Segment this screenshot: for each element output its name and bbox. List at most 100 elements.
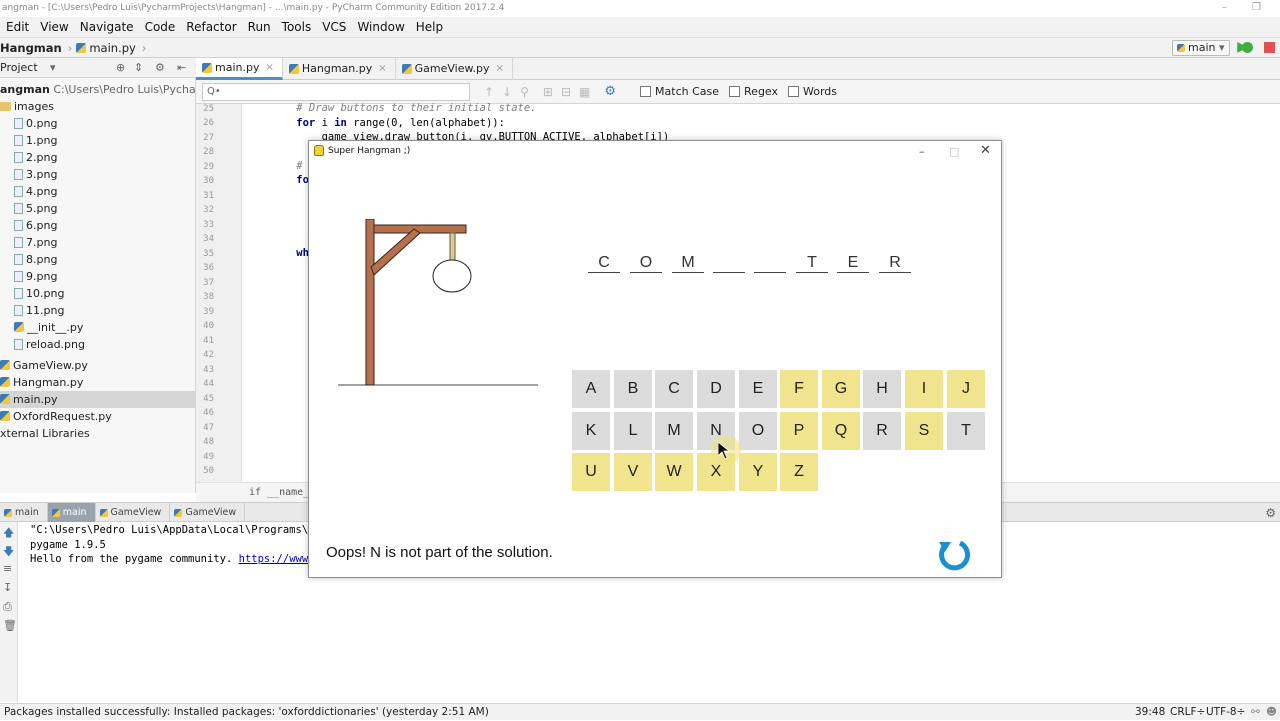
menu-refactor[interactable]: Refactor bbox=[180, 20, 241, 34]
letter-key-h[interactable]: H bbox=[863, 370, 901, 408]
letter-key-q[interactable]: Q bbox=[822, 412, 860, 450]
tree-item[interactable]: 5.png bbox=[14, 200, 57, 217]
tree-item[interactable]: 1.png bbox=[14, 132, 57, 149]
close-icon[interactable]: × bbox=[378, 58, 386, 80]
arrow-up-icon[interactable]: 🡅 bbox=[3, 524, 14, 543]
soft-wrap-icon[interactable]: ≡ bbox=[3, 562, 12, 575]
menu-code[interactable]: Code bbox=[139, 20, 181, 34]
find-all-icon[interactable]: ⚲ bbox=[520, 85, 529, 99]
letter-key-r[interactable]: R bbox=[863, 412, 901, 450]
run-tab[interactable]: GameView bbox=[170, 503, 246, 523]
letter-key-l[interactable]: L bbox=[614, 412, 652, 450]
print-icon[interactable]: ⎙ bbox=[3, 600, 12, 614]
trash-icon[interactable]: 🗑 bbox=[3, 619, 17, 632]
menu-vcs[interactable]: VCS bbox=[316, 20, 351, 34]
close-icon[interactable]: × bbox=[496, 58, 504, 80]
gear-icon[interactable]: ⚙ bbox=[155, 58, 165, 78]
tree-item[interactable]: Hangman.py bbox=[0, 374, 83, 391]
file-encoding[interactable]: UTF-8÷ bbox=[1206, 704, 1245, 721]
letter-key-k[interactable]: K bbox=[572, 412, 610, 450]
letter-key-c[interactable]: C bbox=[655, 370, 693, 408]
select-all-icon[interactable]: ▦ bbox=[579, 85, 590, 99]
search-input[interactable]: Q• bbox=[202, 82, 470, 101]
run-tab[interactable]: main bbox=[0, 503, 48, 523]
menu-tools[interactable]: Tools bbox=[276, 20, 317, 34]
project-panel-label[interactable]: Project bbox=[0, 61, 38, 74]
nav-crumb-project[interactable]: Hangman › bbox=[0, 41, 76, 55]
menu-edit[interactable]: Edit bbox=[0, 20, 34, 34]
letter-key-g[interactable]: G bbox=[822, 370, 860, 408]
scroll-end-icon[interactable]: ↧ bbox=[3, 581, 12, 594]
tree-item-external-libraries[interactable]: xternal Libraries bbox=[0, 425, 90, 442]
close-icon[interactable]: ✕ bbox=[980, 141, 991, 161]
sync-icon[interactable]: ⊕ bbox=[116, 58, 125, 78]
run-tab[interactable]: GameView bbox=[96, 503, 171, 523]
tree-item[interactable]: reload.png bbox=[14, 336, 85, 353]
close-icon[interactable]: × bbox=[265, 57, 273, 79]
letter-key-m[interactable]: M bbox=[655, 412, 693, 450]
filter-settings-icon[interactable]: ⚙ bbox=[604, 84, 616, 99]
tab-main-py[interactable]: main.py × bbox=[196, 58, 283, 80]
caret-position[interactable]: 39:48 bbox=[1135, 704, 1165, 721]
line-separator[interactable]: CRLF÷ bbox=[1170, 704, 1205, 721]
words-checkbox[interactable]: Words bbox=[788, 85, 837, 98]
letter-key-d[interactable]: D bbox=[697, 370, 735, 408]
maximize-icon[interactable]: □ bbox=[949, 142, 959, 162]
collapse-icon[interactable]: ⇕ bbox=[134, 58, 143, 78]
letter-key-e[interactable]: E bbox=[739, 370, 777, 408]
letter-key-o[interactable]: O bbox=[739, 412, 777, 450]
arrow-down-icon[interactable]: 🡇 bbox=[3, 543, 14, 562]
run-config-select[interactable]: main ▾ bbox=[1172, 40, 1230, 56]
letter-key-b[interactable]: B bbox=[614, 370, 652, 408]
tree-item[interactable]: 0.png bbox=[14, 115, 57, 132]
letter-key-i[interactable]: I bbox=[905, 370, 943, 408]
arrow-up-icon[interactable]: ↑ bbox=[484, 85, 494, 99]
tree-item[interactable]: 4.png bbox=[14, 183, 57, 200]
restore-icon[interactable]: ❐ bbox=[1252, 0, 1261, 16]
tree-item[interactable]: 2.png bbox=[14, 149, 57, 166]
letter-key-u[interactable]: U bbox=[572, 453, 610, 491]
inspector-icon[interactable]: ☻ bbox=[1266, 704, 1277, 721]
tab-hangman-py[interactable]: Hangman.py × bbox=[283, 58, 396, 80]
letter-key-z[interactable]: Z bbox=[780, 453, 818, 491]
tree-item[interactable]: 10.png bbox=[14, 285, 64, 302]
nav-crumb-file[interactable]: main.py › bbox=[76, 41, 150, 55]
arrow-down-icon[interactable]: ↓ bbox=[502, 85, 512, 99]
tree-item[interactable]: OxfordRequest.py bbox=[0, 408, 112, 425]
letter-key-v[interactable]: V bbox=[614, 453, 652, 491]
letter-key-s[interactable]: S bbox=[905, 412, 943, 450]
tree-item[interactable]: 9.png bbox=[14, 268, 57, 285]
tree-item[interactable]: 7.png bbox=[14, 234, 57, 251]
tree-item[interactable]: 3.png bbox=[14, 166, 57, 183]
tree-item[interactable]: 11.png bbox=[14, 302, 64, 319]
tree-item[interactable]: 6.png bbox=[14, 217, 57, 234]
stop-icon[interactable] bbox=[1264, 42, 1275, 53]
tree-item[interactable]: GameView.py bbox=[0, 357, 88, 374]
menu-navigate[interactable]: Navigate bbox=[74, 20, 139, 34]
minimize-icon[interactable]: – bbox=[1222, 0, 1227, 16]
letter-key-w[interactable]: W bbox=[655, 453, 693, 491]
lock-icon[interactable]: ⚯ bbox=[1251, 704, 1260, 721]
menu-view[interactable]: View bbox=[34, 20, 73, 34]
console-link[interactable]: https://www. bbox=[239, 553, 315, 565]
status-message[interactable]: Packages installed successfully: Install… bbox=[4, 704, 489, 721]
menu-window[interactable]: Window bbox=[351, 20, 409, 34]
tab-gameview-py[interactable]: GameView.py × bbox=[396, 58, 513, 80]
reload-icon[interactable] bbox=[936, 538, 972, 574]
menu-run[interactable]: Run bbox=[242, 20, 276, 34]
menu-help[interactable]: Help bbox=[410, 20, 448, 34]
tree-item[interactable]: __init__.py bbox=[14, 319, 83, 336]
letter-key-a[interactable]: A bbox=[572, 370, 610, 408]
match-case-checkbox[interactable]: Match Case bbox=[640, 85, 719, 98]
letter-key-p[interactable]: P bbox=[780, 412, 818, 450]
remove-occurrence-icon[interactable]: ⊟ bbox=[561, 85, 571, 99]
letter-key-t[interactable]: T bbox=[947, 412, 985, 450]
gear-icon[interactable]: ⚙ bbox=[1265, 506, 1276, 520]
regex-checkbox[interactable]: Regex bbox=[729, 85, 778, 98]
letter-key-f[interactable]: F bbox=[780, 370, 818, 408]
letter-key-j[interactable]: J bbox=[947, 370, 985, 408]
letter-key-y[interactable]: Y bbox=[739, 453, 777, 491]
tree-item-images[interactable]: images bbox=[0, 98, 54, 115]
debug-icon[interactable] bbox=[1242, 42, 1253, 53]
chevron-down-icon[interactable]: ▾ bbox=[50, 58, 56, 78]
